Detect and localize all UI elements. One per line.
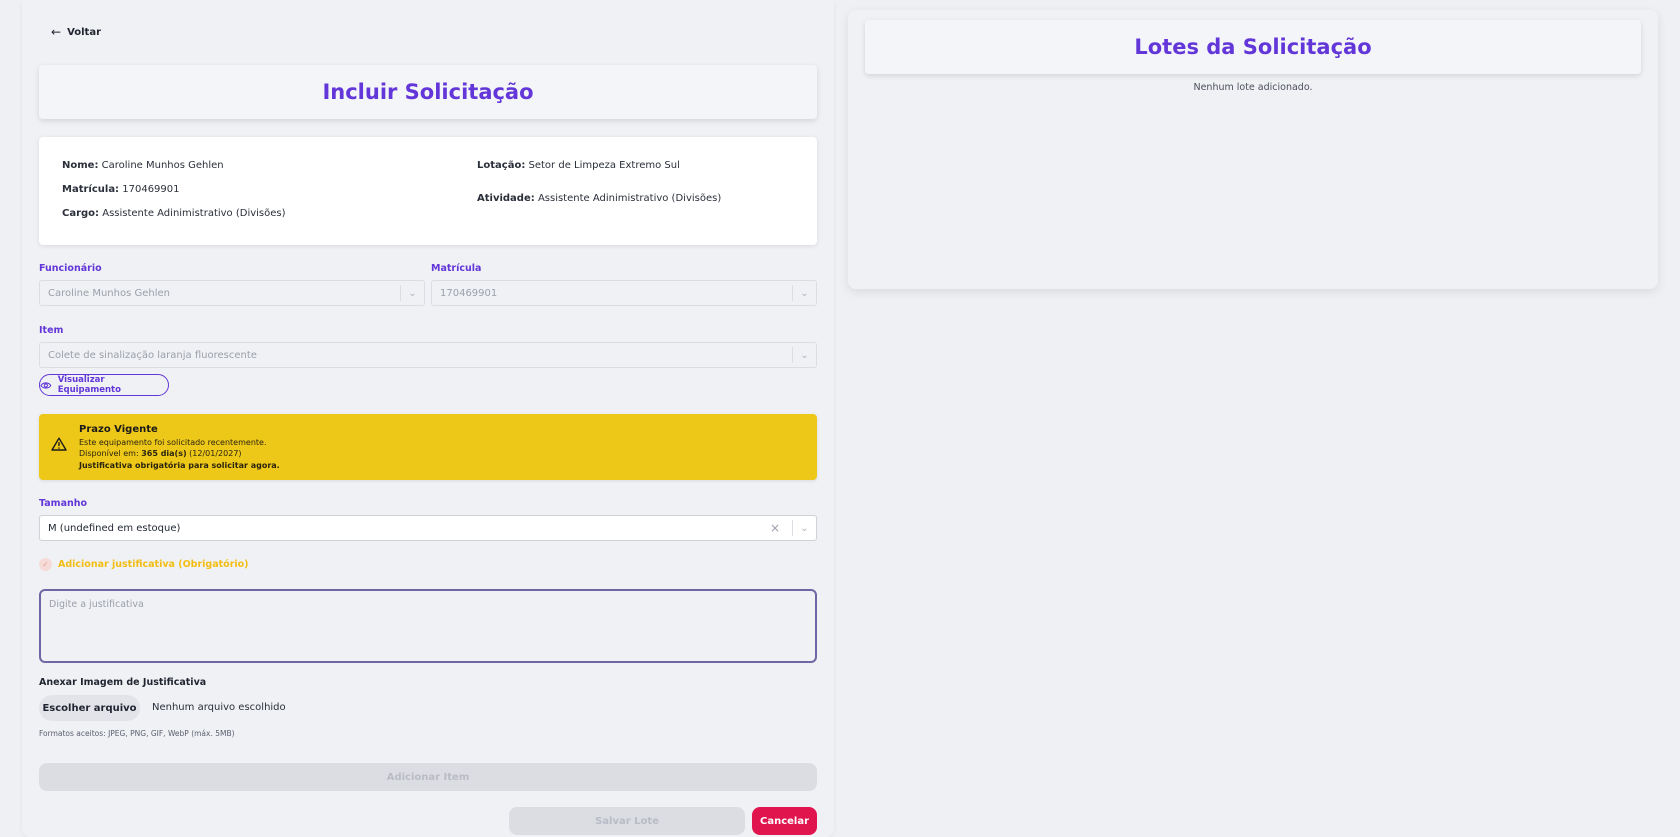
info-atividade: Atividade: Assistente Adinimistrativo (D… bbox=[477, 193, 722, 204]
warning-line-2: Disponível em: 365 dia(s) (12/01/2027) bbox=[79, 449, 242, 458]
chevron-down-icon: ⌄ bbox=[792, 520, 816, 536]
tamanho-value: M (undefined em estoque) bbox=[48, 522, 181, 534]
view-equipment-label: Visualizar Equipamento bbox=[57, 375, 121, 395]
justificativa-checkbox-row[interactable]: ✓ Adicionar justificativa (Obrigatório) bbox=[39, 558, 249, 571]
lotes-title: Lotes da Solicitação bbox=[1134, 35, 1372, 59]
cancel-button[interactable]: Cancelar bbox=[752, 807, 817, 835]
view-equipment-button[interactable]: Visualizar Equipamento bbox=[39, 374, 169, 396]
chevron-down-icon: ⌄ bbox=[792, 285, 816, 301]
choose-file-button[interactable]: Escolher arquivo bbox=[39, 695, 140, 721]
warning-line-1: Este equipamento foi solicitado recentem… bbox=[79, 438, 267, 447]
item-label: Item bbox=[39, 325, 64, 336]
add-item-button[interactable]: Adicionar Item bbox=[39, 763, 817, 791]
funcionario-value: Caroline Munhos Gehlen bbox=[48, 287, 171, 299]
deadline-warning: Prazo Vigente Este equipamento foi solic… bbox=[39, 414, 817, 480]
info-cargo: Cargo: Assistente Adinimistrativo (Divis… bbox=[62, 208, 286, 219]
matricula-select[interactable]: 170469901 ⌄ bbox=[431, 280, 817, 306]
info-nome: Nome: Caroline Munhos Gehlen bbox=[62, 160, 224, 171]
file-status: Nenhum arquivo escolhido bbox=[152, 702, 286, 713]
lotes-title-card: Lotes da Solicitação bbox=[865, 20, 1641, 74]
page-title-card: Incluir Solicitação bbox=[39, 65, 817, 119]
eye-icon bbox=[40, 381, 52, 389]
back-link[interactable]: ← Voltar bbox=[51, 25, 101, 39]
matricula-label: Matrícula bbox=[431, 263, 482, 274]
page-title: Incluir Solicitação bbox=[322, 80, 534, 104]
item-value: Colete de sinalização laranja fluorescen… bbox=[48, 349, 257, 361]
tamanho-select[interactable]: M (undefined em estoque) × ⌄ bbox=[39, 515, 817, 541]
funcionario-label: Funcionário bbox=[39, 263, 102, 274]
check-icon[interactable]: ✓ bbox=[39, 558, 52, 571]
clear-icon[interactable]: × bbox=[770, 521, 780, 535]
chevron-down-icon: ⌄ bbox=[792, 347, 816, 363]
justificativa-textarea[interactable]: Digite a justificativa bbox=[39, 589, 817, 663]
lotes-empty-message: Nenhum lote adicionado. bbox=[1193, 82, 1313, 93]
chevron-down-icon: ⌄ bbox=[400, 285, 424, 301]
attach-label: Anexar Imagem de Justificativa bbox=[39, 677, 207, 688]
info-matricula: Matrícula: 170469901 bbox=[62, 184, 180, 195]
request-form-panel: ← Voltar Incluir Solicitação Nome: Carol… bbox=[22, 0, 834, 837]
justificativa-checkbox-label: Adicionar justificativa (Obrigatório) bbox=[58, 559, 249, 570]
back-label: Voltar bbox=[67, 26, 102, 38]
lotes-panel: Lotes da Solicitação Nenhum lote adicion… bbox=[848, 10, 1658, 289]
info-lotacao: Lotação: Setor de Limpeza Extremo Sul bbox=[477, 160, 680, 171]
item-select[interactable]: Colete de sinalização laranja fluorescen… bbox=[39, 342, 817, 368]
accepted-formats: Formatos aceitos: JPEG, PNG, GIF, WebP (… bbox=[39, 729, 235, 738]
tamanho-label: Tamanho bbox=[39, 498, 88, 509]
justificativa-placeholder: Digite a justificativa bbox=[49, 599, 144, 610]
warning-title: Prazo Vigente bbox=[79, 424, 158, 435]
employee-info-card: Nome: Caroline Munhos Gehlen Matrícula: … bbox=[39, 137, 817, 245]
save-lote-button[interactable]: Salvar Lote bbox=[509, 807, 745, 835]
warning-triangle-icon bbox=[51, 437, 67, 451]
funcionario-select[interactable]: Caroline Munhos Gehlen ⌄ bbox=[39, 280, 425, 306]
arrow-left-icon: ← bbox=[51, 25, 62, 39]
warning-line-3: Justificativa obrigatória para solicitar… bbox=[79, 461, 280, 470]
matricula-value: 170469901 bbox=[440, 287, 498, 299]
